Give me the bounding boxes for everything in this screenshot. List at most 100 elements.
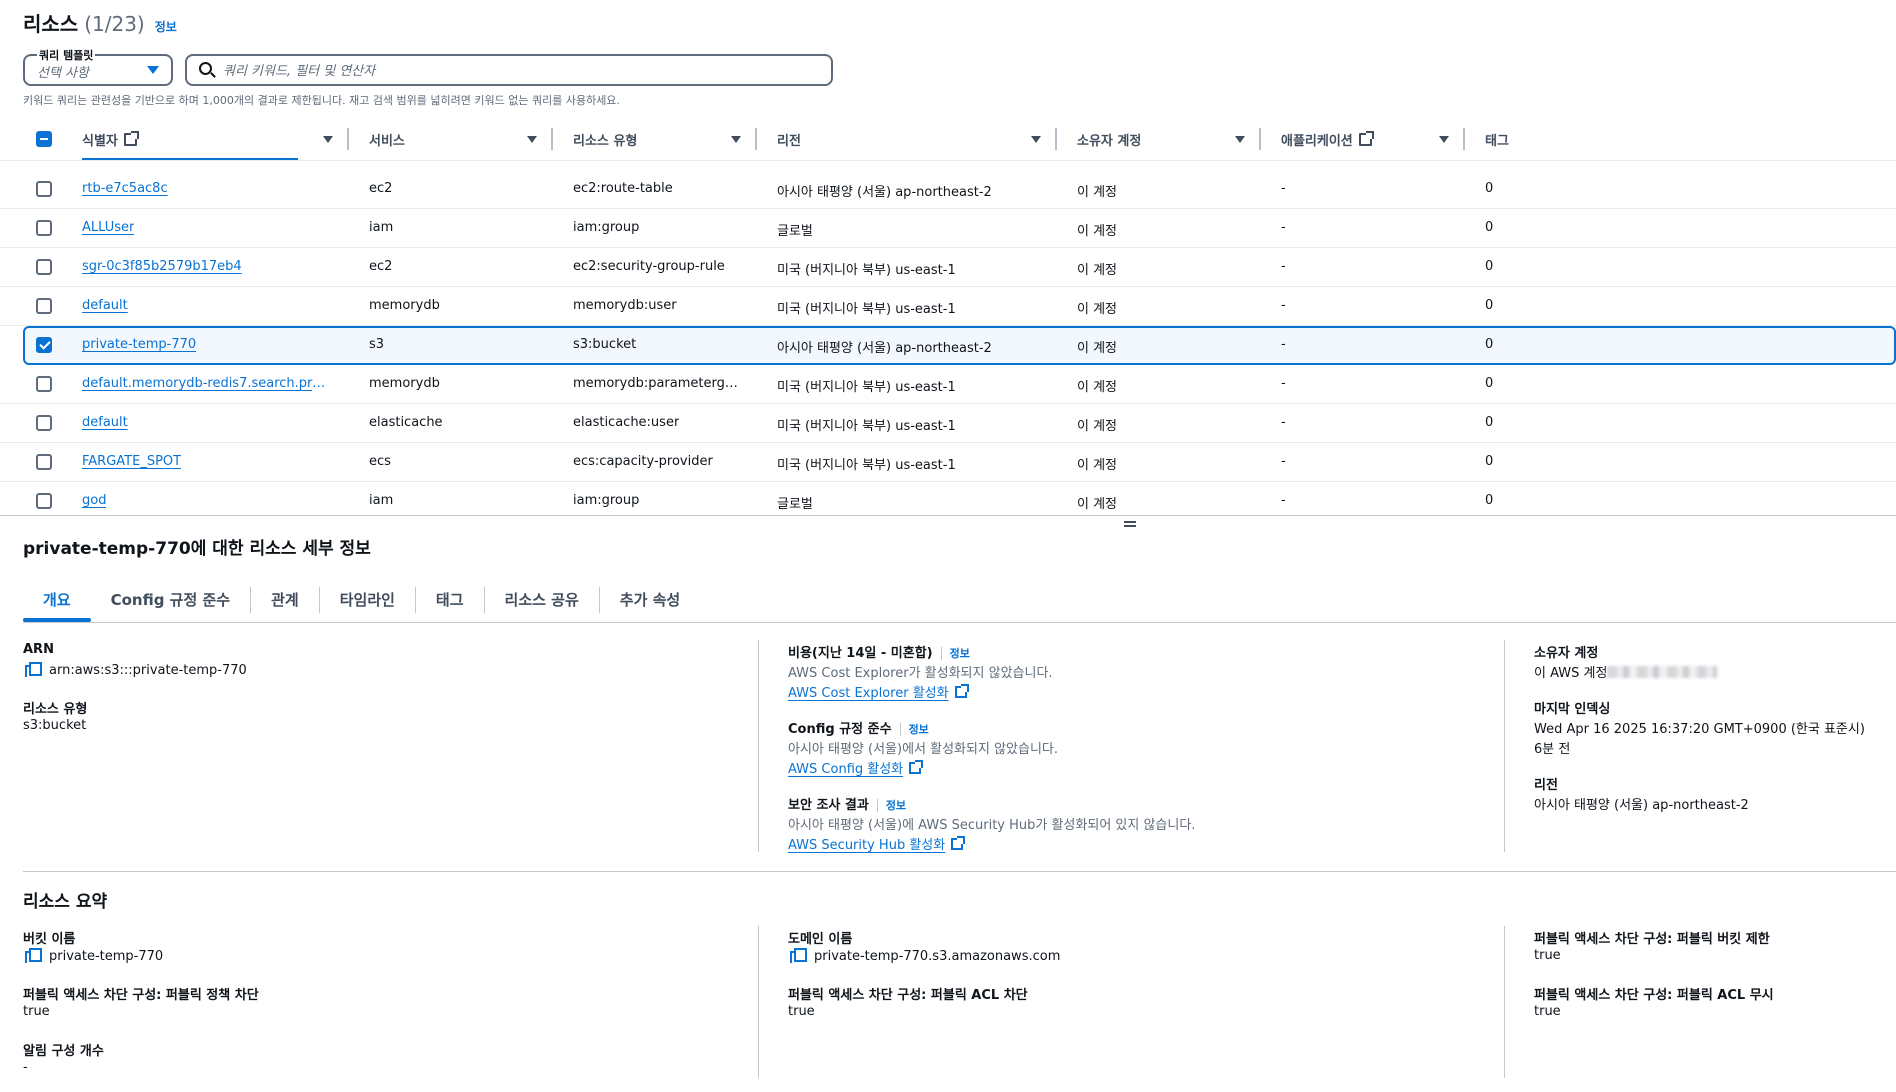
row-type: ecs:capacity-provider — [573, 454, 713, 469]
column-divider[interactable] — [347, 128, 349, 150]
tab-timeline[interactable]: 타임라인 — [320, 586, 415, 622]
table-row[interactable]: FARGATE_SPOT ecs ecs:capacity-provider 미… — [0, 443, 1896, 482]
cost-explorer-link[interactable]: AWS Cost Explorer 활성화 — [788, 682, 969, 701]
resource-id-link[interactable]: default — [82, 415, 128, 430]
query-template-select[interactable]: 쿼리 템플릿 선택 사항 — [23, 47, 173, 86]
column-region[interactable]: 리전 — [777, 130, 801, 149]
resource-id-link[interactable]: default — [82, 298, 128, 313]
copy-icon[interactable] — [25, 948, 42, 963]
tab-relationships[interactable]: 관계 — [251, 586, 319, 622]
column-divider[interactable] — [755, 128, 757, 150]
row-checkbox[interactable] — [36, 220, 52, 236]
column-divider — [758, 640, 759, 852]
info-link[interactable]: 정보 — [155, 18, 177, 35]
column-owner[interactable]: 소유자 계정 — [1077, 130, 1141, 149]
row-region: 글로벌 — [777, 497, 813, 512]
row-region: 미국 (버지니아 북부) us-east-1 — [777, 419, 956, 434]
column-divider[interactable] — [1259, 128, 1261, 150]
search-hint: 키워드 쿼리는 관련성을 기반으로 하며 1,000개의 결과로 제한됩니다. … — [23, 94, 620, 107]
sort-icon[interactable] — [1235, 136, 1245, 143]
owner-text: 이 AWS 계정 — [1534, 666, 1608, 681]
resource-id-link[interactable]: private-temp-770 — [82, 337, 196, 352]
row-region: 글로벌 — [777, 224, 813, 239]
row-tags: 0 — [1485, 259, 1494, 274]
tab-additional-properties[interactable]: 추가 속성 — [600, 586, 700, 622]
row-checkbox[interactable] — [36, 493, 52, 509]
table-header: 식별자 서비스 리소스 유형 리전 소유자 계정 애플리케이션 태그 — [0, 122, 1896, 161]
resource-id-link[interactable]: rtb-e7c5ac8c — [82, 181, 168, 196]
row-checkbox[interactable] — [36, 337, 52, 353]
row-checkbox[interactable] — [36, 298, 52, 314]
table-row[interactable]: default.memorydb-redis7.search.pre… memo… — [0, 365, 1896, 404]
row-owner: 이 계정 — [1077, 419, 1118, 434]
sort-icon[interactable] — [527, 136, 537, 143]
config-enable-link[interactable]: AWS Config 활성화 — [788, 758, 924, 777]
resource-id-link[interactable]: FARGATE_SPOT — [82, 454, 181, 469]
column-divider[interactable] — [1055, 128, 1057, 150]
row-tags: 0 — [1485, 376, 1494, 391]
column-service[interactable]: 서비스 — [369, 130, 405, 149]
row-checkbox[interactable] — [36, 259, 52, 275]
resource-table-body: rtb-e7c5ac8c ec2 ec2:route-table 아시아 태평양… — [0, 170, 1896, 521]
tab-resource-sharing[interactable]: 리소스 공유 — [485, 586, 599, 622]
owner-value: 이 AWS 계정 — [1534, 662, 1718, 681]
column-application[interactable]: 애플리케이션 — [1281, 130, 1374, 149]
pab-bucket-value: true — [1534, 948, 1561, 963]
column-identifier[interactable]: 식별자 — [82, 130, 139, 149]
row-tags: 0 — [1485, 181, 1494, 196]
search-input[interactable] — [223, 60, 823, 82]
security-hub-link[interactable]: AWS Security Hub 활성화 — [788, 834, 966, 853]
tab-tags[interactable]: 태그 — [416, 586, 484, 622]
column-divider[interactable] — [1463, 128, 1465, 150]
security-hub-link-text[interactable]: AWS Security Hub 활성화 — [788, 838, 945, 853]
config-info-link[interactable]: 정보 — [899, 723, 929, 736]
row-owner: 이 계정 — [1077, 497, 1118, 512]
search-box[interactable] — [185, 54, 833, 86]
resource-id-link[interactable]: sgr-0c3f85b2579b17eb4 — [82, 259, 242, 274]
security-info-link[interactable]: 정보 — [876, 799, 907, 812]
column-resource-type[interactable]: 리소스 유형 — [573, 130, 637, 149]
column-tags[interactable]: 태그 — [1485, 130, 1509, 149]
table-row[interactable]: default elasticache elasticache:user 미국 … — [0, 404, 1896, 443]
column-divider[interactable] — [551, 128, 553, 150]
sort-icon[interactable] — [323, 136, 333, 143]
table-row[interactable]: rtb-e7c5ac8c ec2 ec2:route-table 아시아 태평양… — [0, 170, 1896, 209]
table-row[interactable]: sgr-0c3f85b2579b17eb4 ec2 ec2:security-g… — [0, 248, 1896, 287]
sort-icon[interactable] — [1031, 136, 1041, 143]
tab-config-compliance[interactable]: Config 규정 준수 — [91, 586, 251, 622]
pab-policy-value: true — [23, 1004, 50, 1019]
resource-id-link[interactable]: default.memorydb-redis7.search.pre… — [82, 376, 332, 391]
row-checkbox[interactable] — [36, 415, 52, 431]
sort-icon[interactable] — [1439, 136, 1449, 143]
table-row-selected[interactable]: private-temp-770 s3 s3:bucket 아시아 태평양 (서… — [23, 326, 1896, 365]
copy-icon[interactable] — [25, 662, 42, 677]
row-region: 미국 (버지니아 북부) us-east-1 — [777, 263, 956, 278]
page-title: 리소스 — [23, 12, 79, 36]
divider — [0, 160, 1896, 161]
tab-overview[interactable]: 개요 — [23, 586, 91, 622]
cost-explorer-link-text[interactable]: AWS Cost Explorer 활성화 — [788, 686, 949, 701]
copy-icon[interactable] — [790, 948, 807, 963]
resource-type-label: 리소스 유형 — [23, 702, 88, 717]
select-all-checkbox[interactable] — [36, 131, 52, 147]
row-owner: 이 계정 — [1077, 263, 1118, 278]
row-service: memorydb — [369, 376, 440, 391]
table-row[interactable]: default memorydb memorydb:user 미국 (버지니아 … — [0, 287, 1896, 326]
row-type: ec2:route-table — [573, 181, 673, 196]
row-checkbox[interactable] — [36, 376, 52, 392]
external-link-icon — [123, 131, 139, 146]
sort-icon[interactable] — [731, 136, 741, 143]
resource-id-link[interactable]: god — [82, 493, 106, 508]
config-enable-link-text[interactable]: AWS Config 활성화 — [788, 762, 903, 777]
security-label-text: 보안 조사 결과 — [788, 798, 869, 813]
row-checkbox[interactable] — [36, 181, 52, 197]
external-link-icon — [1358, 131, 1374, 146]
row-checkbox[interactable] — [36, 454, 52, 470]
resource-id-link[interactable]: ALLUser — [82, 220, 134, 235]
drag-handle-icon[interactable] — [1124, 521, 1136, 527]
cost-label-text: 비용(지난 14일 - 미혼합) — [788, 646, 933, 661]
cost-info-link[interactable]: 정보 — [940, 647, 970, 660]
table-row[interactable]: ALLUser iam iam:group 글로벌 이 계정 - 0 — [0, 209, 1896, 248]
row-service: ec2 — [369, 181, 393, 196]
row-region: 미국 (버지니아 북부) us-east-1 — [777, 458, 956, 473]
